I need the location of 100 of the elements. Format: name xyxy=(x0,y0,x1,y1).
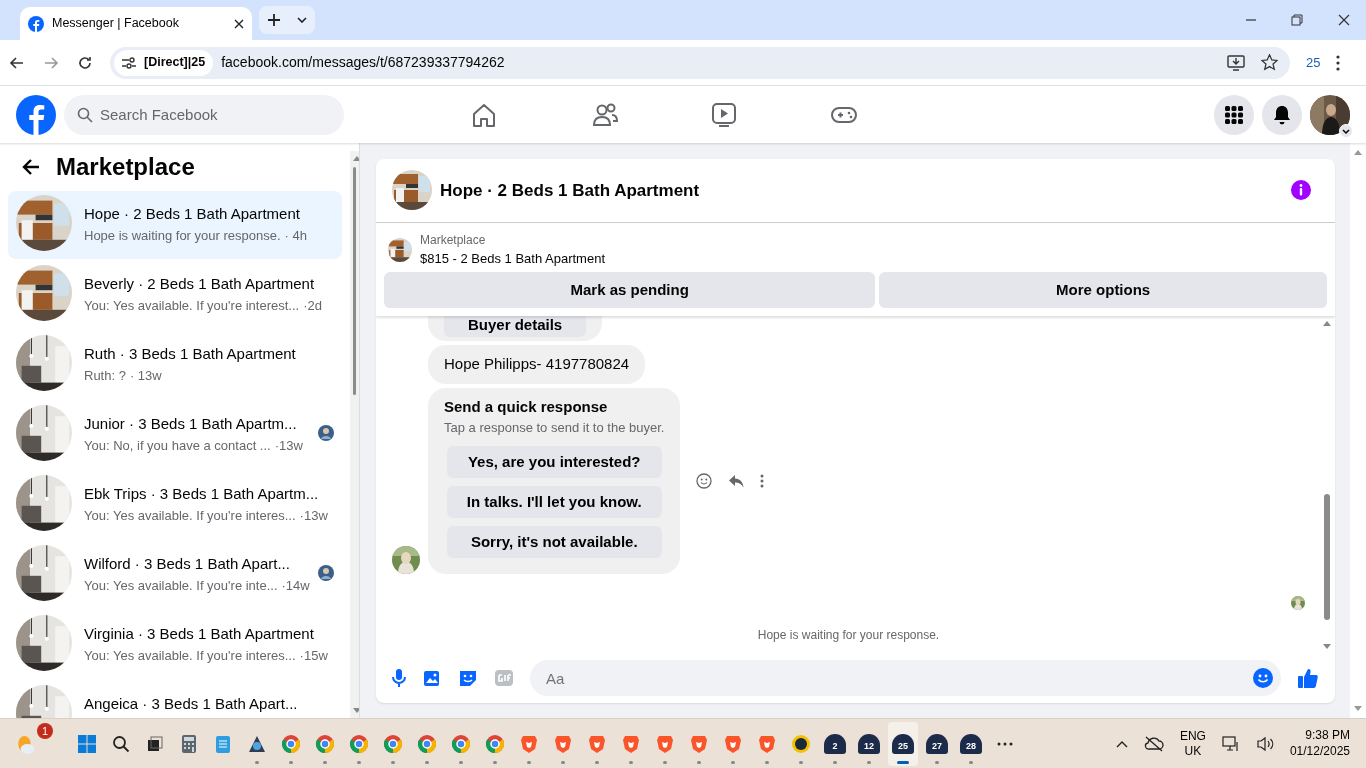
back-arrow-icon[interactable] xyxy=(22,159,40,175)
clock-text[interactable]: 9:38 PM xyxy=(1305,727,1350,744)
message-preview: Ruth: ? xyxy=(84,366,126,385)
emoji-icon[interactable] xyxy=(1253,668,1273,689)
chrome-icon xyxy=(416,733,437,754)
conversation-item[interactable]: Wilford · 3 Beds 1 Bath Apart... You: Yes available. If you're inte... ·14w xyxy=(8,541,342,609)
new-tab-icon[interactable] xyxy=(267,14,280,26)
lion-icon xyxy=(757,733,776,754)
action-button[interactable]: Mark as pending xyxy=(384,272,876,309)
conversation-title: Beverly · 2 Beds 1 Bath Apartment xyxy=(84,274,316,294)
close-icon[interactable] xyxy=(234,18,244,29)
conversation-item[interactable]: Ruth · 3 Beds 1 Bath Apartment Ruth: ? · 13w xyxy=(8,331,342,399)
quick-response-button[interactable]: In talks. I'll let you know. xyxy=(446,486,662,518)
cloud-off-icon[interactable] xyxy=(1143,735,1164,752)
more-icon xyxy=(996,741,1013,746)
chevron-down-icon[interactable] xyxy=(296,17,307,23)
volume-icon[interactable] xyxy=(1255,735,1274,752)
chrome-icon xyxy=(314,733,335,754)
conversation-item[interactable]: Hope · 2 Beds 1 Bath Apartment Hope is waiting for your response. · 4h xyxy=(8,191,342,259)
star-icon[interactable] xyxy=(1261,54,1278,71)
emoji-icon[interactable] xyxy=(696,473,713,489)
message-button[interactable]: Buyer details xyxy=(444,316,587,338)
network-icon[interactable] xyxy=(1221,735,1240,752)
message-preview: You: Yes available. If you're interes... xyxy=(84,506,296,525)
scrollbar-thumb[interactable] xyxy=(1324,494,1330,621)
region-text[interactable]: UK xyxy=(1184,743,1202,758)
conversation-title: Virginia · 3 Beds 1 Bath Apartment xyxy=(84,624,315,644)
lion-icon xyxy=(689,733,708,754)
timestamp: · 4h xyxy=(284,226,307,245)
notepad-icon xyxy=(214,733,231,754)
url-text[interactable]: facebook.com/messages/t/687239337794262 xyxy=(221,52,1227,73)
install-app-icon[interactable] xyxy=(1227,54,1245,71)
profile-button[interactable]: 25 xyxy=(1306,52,1321,73)
counter-badge: 27 xyxy=(925,733,948,754)
conversation-title: Angeica · 3 Beds 1 Bath Apart... xyxy=(84,694,299,714)
message-preview: You: Yes available. If you're interest... xyxy=(84,296,300,315)
message-preview: You: No, if you have a contact ... xyxy=(84,436,271,455)
quick-response-button[interactable]: Sorry, it's not available. xyxy=(446,526,662,558)
app-icon xyxy=(790,733,811,754)
quick-response-subtitle: Tap a response to send it to the buyer. xyxy=(444,419,665,438)
action-button[interactable]: More options xyxy=(879,272,1327,309)
lion-icon xyxy=(519,733,538,754)
timestamp: ·13w xyxy=(299,506,328,525)
timestamp: ·2d xyxy=(303,296,322,315)
conversation-title[interactable]: Hope · 2 Beds 1 Bath Apartment xyxy=(440,177,1283,204)
facebook-logo[interactable] xyxy=(16,94,56,135)
taskbar-app[interactable]: 12 xyxy=(853,721,884,766)
conversation-item[interactable]: Junior · 3 Beds 1 Bath Apartm... You: No, if you have a contact ... ·13w xyxy=(8,401,342,469)
taskbar-app[interactable]: 2 xyxy=(819,721,850,766)
scrollbar-thumb[interactable] xyxy=(352,167,356,395)
conversation-title: Wilford · 3 Beds 1 Bath Apart... xyxy=(84,554,291,574)
conversation-title: Junior · 3 Beds 1 Bath Apartm... xyxy=(84,414,298,434)
conversation-title: Ebk Trips · 3 Beds 1 Bath Apartm... xyxy=(84,484,320,504)
more-icon[interactable] xyxy=(760,474,765,488)
conversation-title: Hope · 2 Beds 1 Bath Apartment xyxy=(84,204,301,224)
sidebar-title: Marketplace xyxy=(56,152,195,182)
bell-icon xyxy=(1273,104,1291,125)
info-icon[interactable] xyxy=(1291,180,1311,201)
reply-icon[interactable] xyxy=(728,474,745,488)
counter-badge: 12 xyxy=(857,733,880,754)
timestamp: · 13w xyxy=(129,366,162,385)
language-text[interactable]: ENG xyxy=(1179,729,1206,744)
sticker-icon[interactable] xyxy=(458,668,478,689)
conversation-item[interactable]: Beverly · 2 Beds 1 Bath Apartment You: Yes available. If you're interest... ·2d xyxy=(8,261,342,329)
site-info-chip[interactable]: [Direct]|25 xyxy=(114,49,214,76)
status-text: Hope is waiting for your response. xyxy=(757,628,940,642)
timestamp: ·13w xyxy=(274,436,303,455)
conversation-item[interactable]: Virginia · 3 Beds 1 Bath Apartment You: Yes available. If you're interes... ·15w xyxy=(8,611,342,679)
image-icon[interactable] xyxy=(422,668,442,689)
thumbs-up-icon[interactable] xyxy=(1297,667,1319,690)
message-preview: You: Yes available. If you're inte... xyxy=(84,576,278,595)
taskbar-app[interactable]: 27 xyxy=(921,721,952,766)
menu-icon[interactable] xyxy=(1336,54,1341,71)
date-text[interactable]: 01/12/2025 xyxy=(1289,743,1350,760)
menu-button[interactable] xyxy=(1214,94,1254,135)
quick-response-button[interactable]: Yes, are you interested? xyxy=(446,446,662,478)
browser-tab[interactable]: Messenger | Facebook xyxy=(20,7,252,40)
chrome-icon xyxy=(348,733,369,754)
seen-avatar-icon xyxy=(317,425,334,441)
message-field[interactable]: Aa xyxy=(530,660,1281,697)
message-preview: You: Yes available. If you're interes... xyxy=(84,646,296,665)
listing-title[interactable]: $815 - 2 Beds 1 Bath Apartment xyxy=(420,248,605,269)
chevron-up-icon[interactable] xyxy=(1115,739,1128,748)
taskbar-app[interactable]: 25 xyxy=(887,721,918,766)
conversation-item[interactable]: Ebk Trips · 3 Beds 1 Bath Apartm... You: Yes available. If you're interes... ·13w xyxy=(8,471,342,539)
tune-icon xyxy=(122,56,136,69)
lion-icon xyxy=(655,733,674,754)
lion-icon xyxy=(587,733,606,754)
lion-icon xyxy=(621,733,640,754)
notifications-button[interactable] xyxy=(1262,94,1302,135)
timestamp: ·14w xyxy=(281,576,310,595)
taskbar-app[interactable]: 28 xyxy=(955,721,986,766)
timestamp: ·15w xyxy=(299,646,328,665)
chrome-icon xyxy=(484,733,505,754)
counter-badge: 25 xyxy=(891,733,914,754)
search-field[interactable]: Search Facebook xyxy=(64,94,344,135)
microphone-icon[interactable] xyxy=(392,668,406,689)
calculator-icon xyxy=(180,733,197,754)
grid-icon xyxy=(1225,105,1243,124)
seen-avatar-icon xyxy=(317,565,334,581)
